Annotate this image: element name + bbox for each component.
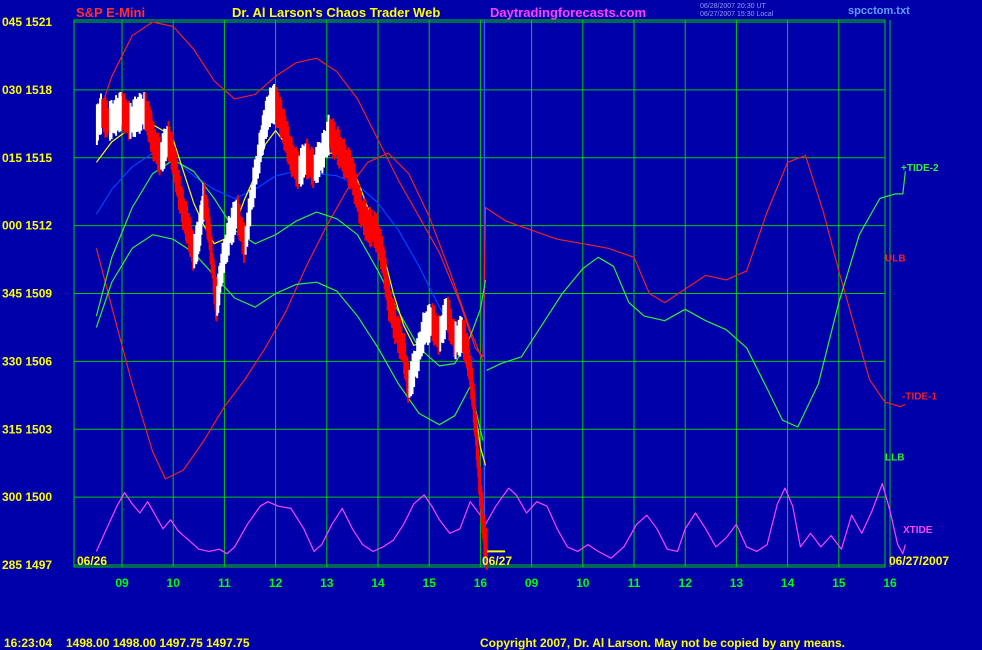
price-chart: 045 1521 030 1518 015 1515 000 1512 345 1509…	[2, 15, 949, 590]
site-title: Dr. Al Larson's Chaos Trader Web	[232, 5, 441, 20]
series-label: +TIDE-2	[901, 163, 939, 174]
x-tick-label: 16	[474, 576, 488, 590]
red-band-upper-line	[95, 21, 906, 408]
x-tick-label: 12	[679, 576, 693, 590]
x-tick-label: 11	[218, 576, 231, 590]
x-tick-label: 14	[371, 576, 385, 590]
x-tick-label: 16	[883, 576, 897, 590]
x-tick-label: 10	[167, 576, 181, 590]
x-tick-label: 09	[115, 576, 129, 590]
tide-green-line-1	[486, 171, 906, 428]
x-tick-label: 15	[423, 576, 437, 590]
x-tick-label: 12	[269, 576, 283, 590]
ut-time: 06/28/2007 20:30 UT	[700, 3, 766, 10]
y-tick-label: 030 1518	[2, 83, 52, 97]
site-url: Daytradingforecasts.com	[490, 5, 647, 20]
footer-timestamp: 16:23:04	[4, 636, 53, 650]
xtide-line	[95, 483, 906, 559]
y-axis-labels: 045 1521 030 1518 015 1515 000 1512 345 1509…	[2, 15, 52, 572]
x-tick-label: 11	[628, 576, 641, 590]
x-tick-label: 09	[525, 576, 539, 590]
data-file-name: spcctom.txt	[848, 5, 910, 17]
x-tick-label: 13	[320, 576, 334, 590]
y-tick-label: 285 1497	[2, 558, 52, 572]
y-tick-label: 330 1506	[2, 354, 52, 368]
x-tick-label: 14	[781, 576, 795, 590]
x-tick-label: 15	[832, 576, 846, 590]
y-tick-label: 045 1521	[2, 15, 52, 29]
series-label: LLB	[885, 452, 904, 463]
mid-date-label: 06/27	[482, 554, 512, 568]
series-label: ULB	[885, 253, 906, 264]
y-tick-label: 315 1503	[2, 422, 52, 436]
y-tick-label: 000 1512	[2, 219, 52, 233]
footer-ohlc: 1498.00 1498.00 1497.75 1497.75	[66, 636, 250, 650]
y-tick-label: 015 1515	[2, 151, 52, 165]
instrument-title: S&P E-Mini	[76, 5, 146, 20]
x-tick-label: 13	[730, 576, 744, 590]
footer-copyright: Copyright 2007, Dr. Al Larson. May not b…	[480, 636, 845, 650]
series-labels: +TIDE-2 ULB -TIDE-1 LLB XTIDE	[885, 163, 939, 536]
series-label: -TIDE-1	[902, 391, 937, 402]
series-label: XTIDE	[903, 525, 933, 536]
grid	[73, 19, 891, 568]
y-tick-label: 345 1509	[2, 287, 52, 301]
y-tick-label: 300 1500	[2, 490, 52, 504]
x-axis-labels: 09 10 11 12 13 14 15 16 09 10 11 12 13 14 15 16 06/26 06/…	[77, 554, 949, 590]
x-tick-label: 10	[576, 576, 590, 590]
local-time: 06/27/2007 15:30 Local	[700, 11, 774, 18]
start-date-label: 06/26	[77, 554, 107, 568]
tide-blue-line	[95, 152, 476, 362]
end-date-label: 06/27/2007	[889, 554, 949, 568]
